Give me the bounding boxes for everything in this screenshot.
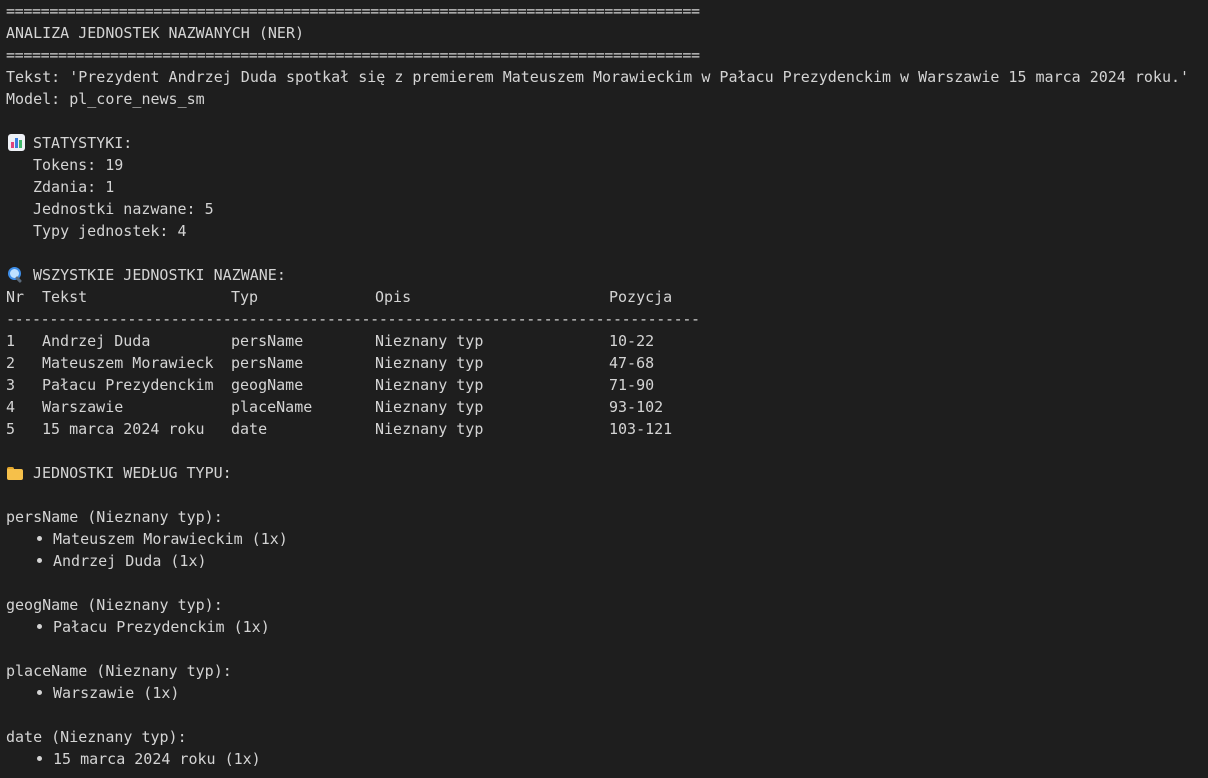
magnifier-icon	[6, 266, 23, 284]
row-nr: 4	[6, 398, 16, 416]
row-tekst: Pałacu Prezydenckim	[42, 376, 214, 394]
row-tekst: Andrzej Duda	[42, 332, 151, 350]
list-item: 15 marca 2024 roku (1x)	[6, 748, 1206, 770]
stats-tokens: Tokens: 19	[33, 156, 124, 174]
group-label: persName (Nieznany typ):	[6, 508, 223, 526]
row-nr: 1	[6, 332, 16, 350]
col-tekst: Tekst	[42, 288, 88, 306]
title-rule: ========================================…	[6, 46, 700, 64]
list-item-text: Warszawie (1x)	[53, 684, 180, 702]
bullet-icon	[37, 756, 42, 761]
row-nr: 3	[6, 376, 16, 394]
row-typ: placeName	[231, 398, 313, 416]
row-opis: Nieznany typ	[375, 376, 484, 394]
list-item-text: Mateuszem Morawieckim (1x)	[53, 530, 288, 548]
top-rule: ========================================…	[6, 2, 700, 20]
row-typ: persName	[231, 332, 304, 350]
row-opis: Nieznany typ	[375, 354, 484, 372]
table-header: Nr Tekst Typ Opis Pozycja	[6, 286, 1206, 308]
list-item: Pałacu Prezydenckim (1x)	[6, 616, 1206, 638]
by-type-heading: JEDNOSTKI WEDŁUG TYPU:	[6, 462, 1206, 484]
bullet-icon	[37, 690, 42, 695]
group-label: placeName (Nieznany typ):	[6, 662, 232, 680]
stats-entities: Jednostki nazwane: 5	[33, 200, 214, 218]
row-opis: Nieznany typ	[375, 420, 484, 438]
model-line: Model: pl_core_news_sm	[6, 90, 205, 108]
group-label: geogName (Nieznany typ):	[6, 596, 223, 614]
row-typ: persName	[231, 354, 304, 372]
row-tekst: Mateuszem Morawieck	[42, 354, 214, 372]
bullet-icon	[37, 558, 42, 563]
col-typ: Typ	[231, 288, 259, 306]
entities-heading: WSZYSTKIE JEDNOSTKI NAZWANE:	[6, 264, 1206, 286]
col-pozycja: Pozycja	[609, 288, 673, 306]
row-tekst: Warszawie	[42, 398, 124, 416]
table-row: 5 15 marca 2024 roku date Nieznany typ 1…	[6, 418, 1206, 440]
report-title: ANALIZA JEDNOSTEK NAZWANYCH (NER)	[6, 24, 305, 42]
list-item-text: Andrzej Duda (1x)	[53, 552, 207, 570]
row-opis: Nieznany typ	[375, 398, 484, 416]
stats-heading: STATYSTYKI:	[6, 132, 1206, 154]
col-nr: Nr	[6, 288, 25, 306]
row-pozycja: 93-102	[609, 398, 664, 416]
col-opis: Opis	[375, 288, 412, 306]
row-pozycja: 103-121	[609, 420, 673, 438]
stats-heading-label: STATYSTYKI:	[33, 134, 133, 152]
list-item-text: 15 marca 2024 roku (1x)	[53, 750, 261, 768]
row-typ: date	[231, 420, 268, 438]
table-row: 2 Mateuszem Morawieck persName Nieznany …	[6, 352, 1206, 374]
by-type-heading-label: JEDNOSTKI WEDŁUG TYPU:	[33, 464, 232, 482]
row-pozycja: 10-22	[609, 332, 655, 350]
row-nr: 2	[6, 354, 16, 372]
terminal-output: ========================================…	[6, 0, 1206, 770]
entities-heading-label: WSZYSTKIE JEDNOSTKI NAZWANE:	[33, 266, 286, 284]
bullet-icon	[37, 536, 42, 541]
bar-chart-icon	[8, 134, 25, 151]
table-row: 3 Pałacu Prezydenckim geogName Nieznany …	[6, 374, 1206, 396]
list-item-text: Pałacu Prezydenckim (1x)	[53, 618, 270, 636]
list-item: Andrzej Duda (1x)	[6, 550, 1206, 572]
list-item: Warszawie (1x)	[6, 682, 1206, 704]
stats-entity-types: Typy jednostek: 4	[33, 222, 187, 240]
row-pozycja: 71-90	[609, 376, 655, 394]
table-divider: ----------------------------------------…	[6, 310, 700, 328]
folder-icon	[6, 464, 23, 481]
row-tekst: 15 marca 2024 roku	[42, 420, 205, 438]
input-text-line: Tekst: 'Prezydent Andrzej Duda spotkał s…	[6, 68, 1190, 86]
table-row: 1 Andrzej Duda persName Nieznany typ 10-…	[6, 330, 1206, 352]
table-row: 4 Warszawie placeName Nieznany typ 93-10…	[6, 396, 1206, 418]
row-pozycja: 47-68	[609, 354, 655, 372]
group-label: date (Nieznany typ):	[6, 728, 187, 746]
stats-sentences: Zdania: 1	[33, 178, 115, 196]
row-opis: Nieznany typ	[375, 332, 484, 350]
row-nr: 5	[6, 420, 16, 438]
bullet-icon	[37, 624, 42, 629]
row-typ: geogName	[231, 376, 304, 394]
list-item: Mateuszem Morawieckim (1x)	[6, 528, 1206, 550]
